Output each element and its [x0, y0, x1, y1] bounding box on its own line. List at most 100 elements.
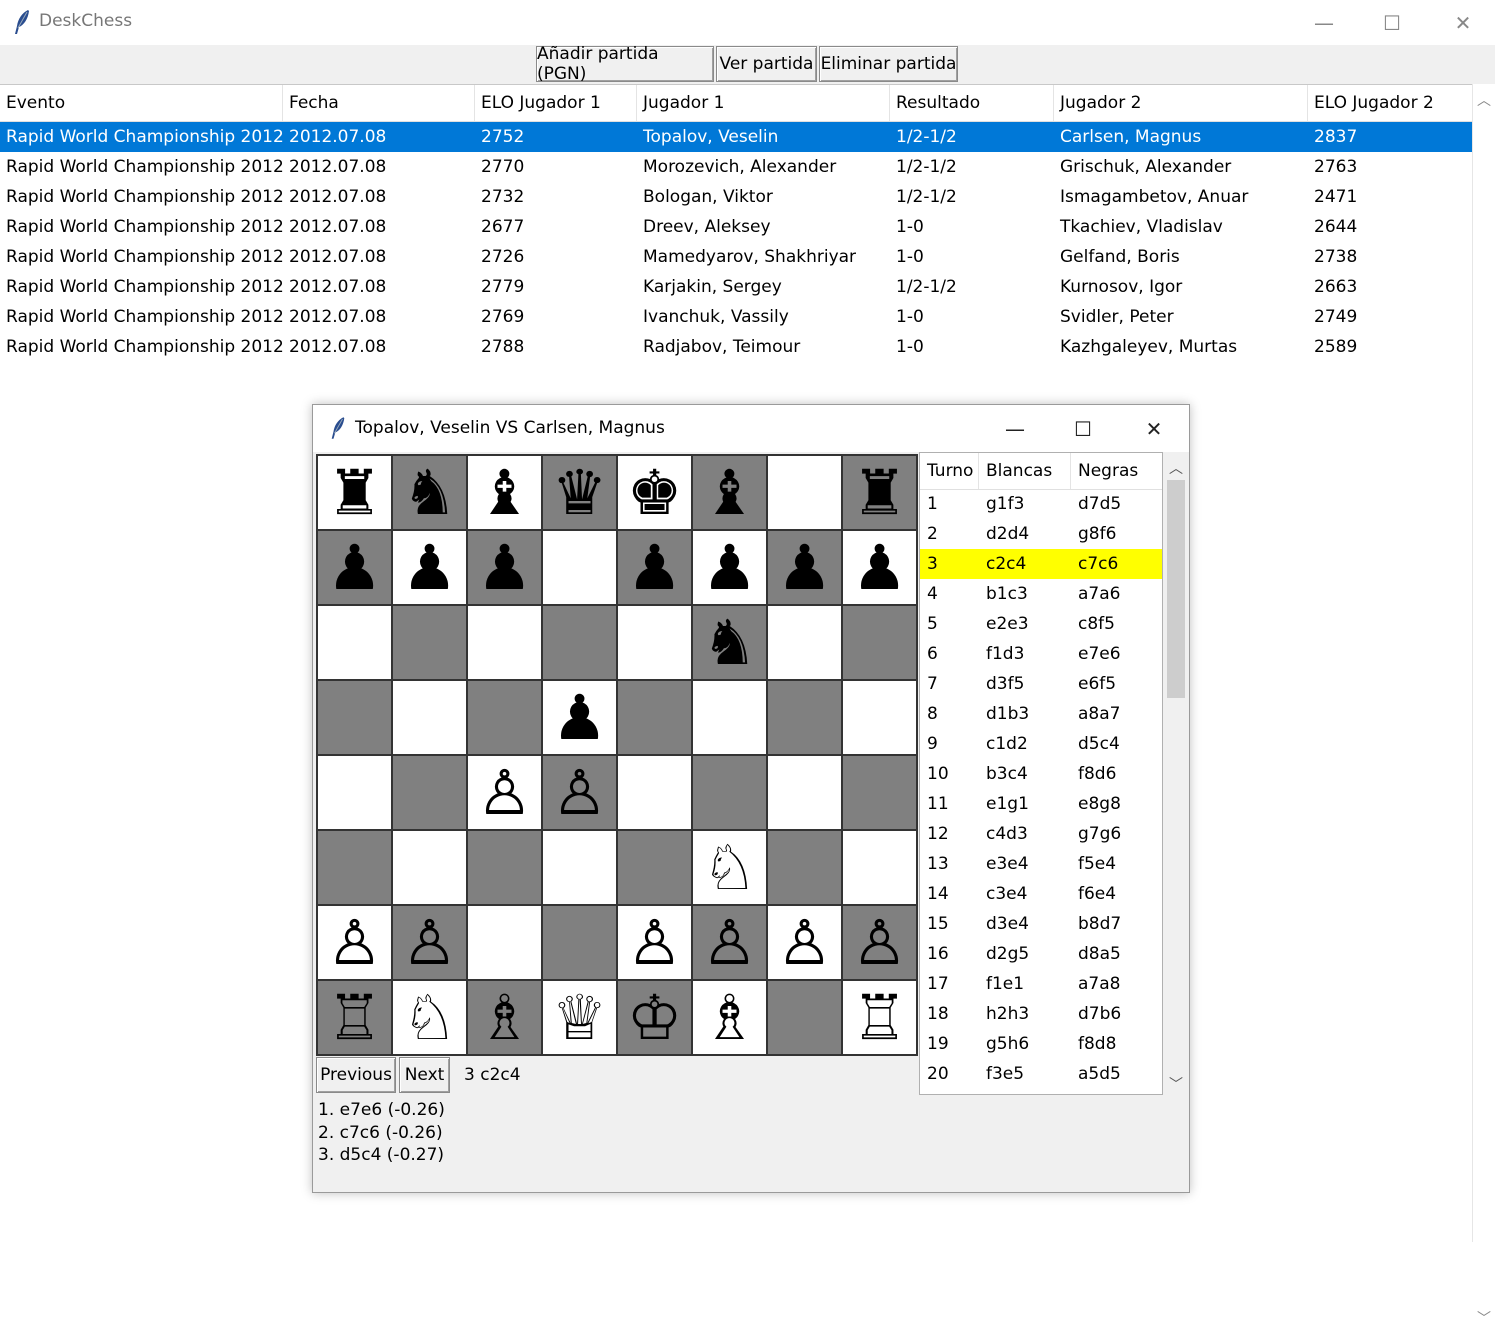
square-a6[interactable]: [317, 605, 392, 680]
move-row[interactable]: 20 f3e5 a5d5: [920, 1059, 1162, 1089]
column-header[interactable]: Evento: [0, 85, 283, 121]
square-h6[interactable]: [842, 605, 917, 680]
move-row[interactable]: 16 d2g5 d8a5: [920, 939, 1162, 969]
table-row[interactable]: Rapid World Championship 2012 2012.07.08 2…: [0, 302, 1472, 332]
square-f3[interactable]: ♘: [692, 830, 767, 905]
move-row[interactable]: 4 b1c3 a7a6: [920, 579, 1162, 609]
square-c2[interactable]: [467, 905, 542, 980]
column-header[interactable]: Jugador 1: [637, 85, 890, 121]
move-row[interactable]: 2 d2d4 g8f6: [920, 519, 1162, 549]
maximize-icon[interactable]: ☐: [1362, 0, 1422, 45]
column-header[interactable]: ELO Jugador 1: [475, 85, 637, 121]
square-f5[interactable]: [692, 680, 767, 755]
square-b1[interactable]: ♘: [392, 980, 467, 1055]
move-row[interactable]: 17 f1e1 a7a8: [920, 969, 1162, 999]
scroll-down-icon[interactable]: ﹀: [1169, 1074, 1183, 1094]
square-e5[interactable]: [617, 680, 692, 755]
square-h8[interactable]: ♜: [842, 455, 917, 530]
minimize-icon[interactable]: —: [985, 405, 1045, 452]
table-row[interactable]: Rapid World Championship 2012 2012.07.08 2…: [0, 212, 1472, 242]
close-icon[interactable]: ✕: [1124, 405, 1184, 452]
square-g3[interactable]: [767, 830, 842, 905]
square-b7[interactable]: ♟: [392, 530, 467, 605]
square-c6[interactable]: [467, 605, 542, 680]
square-f1[interactable]: ♗: [692, 980, 767, 1055]
square-g5[interactable]: [767, 680, 842, 755]
scroll-down-icon[interactable]: ﹀: [1477, 1308, 1491, 1328]
square-h2[interactable]: ♙: [842, 905, 917, 980]
close-icon[interactable]: ✕: [1433, 0, 1493, 45]
square-e6[interactable]: [617, 605, 692, 680]
square-e3[interactable]: [617, 830, 692, 905]
move-row[interactable]: 12 c4d3 g7g6: [920, 819, 1162, 849]
scroll-up-icon[interactable]: ︿: [1477, 90, 1491, 110]
square-a5[interactable]: [317, 680, 392, 755]
square-a8[interactable]: ♜: [317, 455, 392, 530]
square-a2[interactable]: ♙: [317, 905, 392, 980]
column-header[interactable]: Jugador 2: [1054, 85, 1308, 121]
square-h3[interactable]: [842, 830, 917, 905]
square-a3[interactable]: [317, 830, 392, 905]
column-header[interactable]: Resultado: [890, 85, 1054, 121]
square-b4[interactable]: [392, 755, 467, 830]
square-b8[interactable]: ♞: [392, 455, 467, 530]
move-row[interactable]: 9 c1d2 d5c4: [920, 729, 1162, 759]
square-c7[interactable]: ♟: [467, 530, 542, 605]
move-row[interactable]: 18 h2h3 d7b6: [920, 999, 1162, 1029]
move-row[interactable]: 11 e1g1 e8g8: [920, 789, 1162, 819]
square-e4[interactable]: [617, 755, 692, 830]
square-g6[interactable]: [767, 605, 842, 680]
square-d4[interactable]: ♙: [542, 755, 617, 830]
column-header[interactable]: Turno: [920, 453, 979, 489]
scroll-up-icon[interactable]: ︿: [1169, 458, 1183, 478]
square-d1[interactable]: ♕: [542, 980, 617, 1055]
square-c1[interactable]: ♗: [467, 980, 542, 1055]
square-g4[interactable]: [767, 755, 842, 830]
move-row[interactable]: 14 c3e4 f6e4: [920, 879, 1162, 909]
table-row[interactable]: Rapid World Championship 2012 2012.07.08 2…: [0, 272, 1472, 302]
square-g7[interactable]: ♟: [767, 530, 842, 605]
square-f7[interactable]: ♟: [692, 530, 767, 605]
move-row[interactable]: 3 c2c4 c7c6: [920, 549, 1162, 579]
square-e7[interactable]: ♟: [617, 530, 692, 605]
move-row[interactable]: 5 e2e3 c8f5: [920, 609, 1162, 639]
square-c8[interactable]: ♝: [467, 455, 542, 530]
square-a1[interactable]: ♖: [317, 980, 392, 1055]
square-e1[interactable]: ♔: [617, 980, 692, 1055]
minimize-icon[interactable]: —: [1294, 0, 1354, 45]
move-row[interactable]: 13 e3e4 f5e4: [920, 849, 1162, 879]
table-row[interactable]: Rapid World Championship 2012 2012.07.08 2…: [0, 242, 1472, 272]
square-d2[interactable]: [542, 905, 617, 980]
move-row[interactable]: 15 d3e4 b8d7: [920, 909, 1162, 939]
column-header[interactable]: Negras: [1071, 453, 1162, 489]
add-game-button[interactable]: Añadir partida (PGN): [536, 44, 714, 84]
move-row[interactable]: 10 b3c4 f8d6: [920, 759, 1162, 789]
square-h1[interactable]: ♖: [842, 980, 917, 1055]
square-e8[interactable]: ♚: [617, 455, 692, 530]
previous-button[interactable]: Previous: [316, 1057, 396, 1093]
square-d7[interactable]: [542, 530, 617, 605]
table-row[interactable]: Rapid World Championship 2012 2012.07.08 2…: [0, 152, 1472, 182]
table-row[interactable]: Rapid World Championship 2012 2012.07.08 2…: [0, 182, 1472, 212]
column-header[interactable]: Blancas: [979, 453, 1071, 489]
square-a4[interactable]: [317, 755, 392, 830]
move-row[interactable]: 6 f1d3 e7e6: [920, 639, 1162, 669]
square-b3[interactable]: [392, 830, 467, 905]
move-row[interactable]: 1 g1f3 d7d5: [920, 489, 1162, 519]
maximize-icon[interactable]: ☐: [1053, 405, 1113, 452]
square-g2[interactable]: ♙: [767, 905, 842, 980]
square-c5[interactable]: [467, 680, 542, 755]
table-row[interactable]: Rapid World Championship 2012 2012.07.08 2…: [0, 332, 1472, 362]
square-f8[interactable]: ♝: [692, 455, 767, 530]
delete-game-button[interactable]: Eliminar partida: [819, 46, 958, 82]
move-row[interactable]: 7 d3f5 e6f5: [920, 669, 1162, 699]
square-h4[interactable]: [842, 755, 917, 830]
view-game-button[interactable]: Ver partida: [716, 46, 817, 82]
square-f4[interactable]: [692, 755, 767, 830]
chess-board[interactable]: ♜ ♞ ♝ ♛ ♚ ♝ ♜ ♟ ♟ ♟ ♟ ♟ ♟ ♟ ♞ ♟ ♙ ♙ ♘ ♙ ♙ ♙ ♙ ♙ ♙ ♖ ♘ ♗ ♕ ♔ ♗ ♖: [316, 454, 918, 1056]
column-header[interactable]: Fecha: [283, 85, 475, 121]
moves-scrollbar[interactable]: ︿ ﹀: [1164, 452, 1188, 1095]
square-h5[interactable]: [842, 680, 917, 755]
table-row[interactable]: Rapid World Championship 2012 2012.07.08 2…: [0, 122, 1472, 152]
square-c3[interactable]: [467, 830, 542, 905]
